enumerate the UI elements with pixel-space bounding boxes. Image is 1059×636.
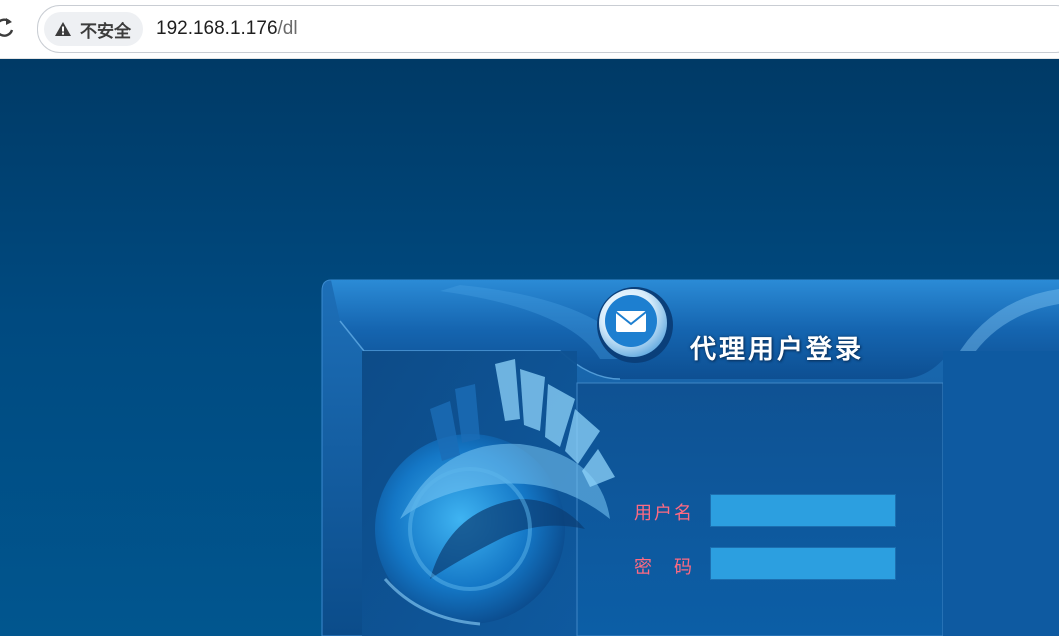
security-chip[interactable]: 不安全 (44, 12, 143, 46)
warning-triangle-icon (54, 21, 72, 37)
reload-icon[interactable] (0, 14, 16, 42)
password-input[interactable] (710, 547, 896, 580)
password-label: 密码 (634, 553, 692, 579)
login-panel-artwork (321, 279, 1059, 636)
url-path: /dl (277, 18, 298, 39)
password-label-char-2: 码 (674, 557, 692, 578)
url-host: 192.168.1.176 (156, 18, 278, 39)
password-label-char-1: 密 (634, 557, 652, 578)
username-label: 用户名 (634, 503, 694, 524)
security-label: 不安全 (80, 21, 131, 42)
mail-envelope-icon (597, 287, 673, 363)
url-text[interactable]: 192.168.1.176/dl (156, 6, 298, 52)
browser-toolbar: 不安全 192.168.1.176/dl (0, 0, 1059, 59)
login-title: 代理用户登录 (690, 335, 865, 365)
address-bar[interactable]: 不安全 192.168.1.176/dl (37, 5, 1059, 53)
username-input[interactable] (710, 494, 896, 527)
page-content: 代理用户登录 用户名 密码 (0, 59, 1059, 636)
